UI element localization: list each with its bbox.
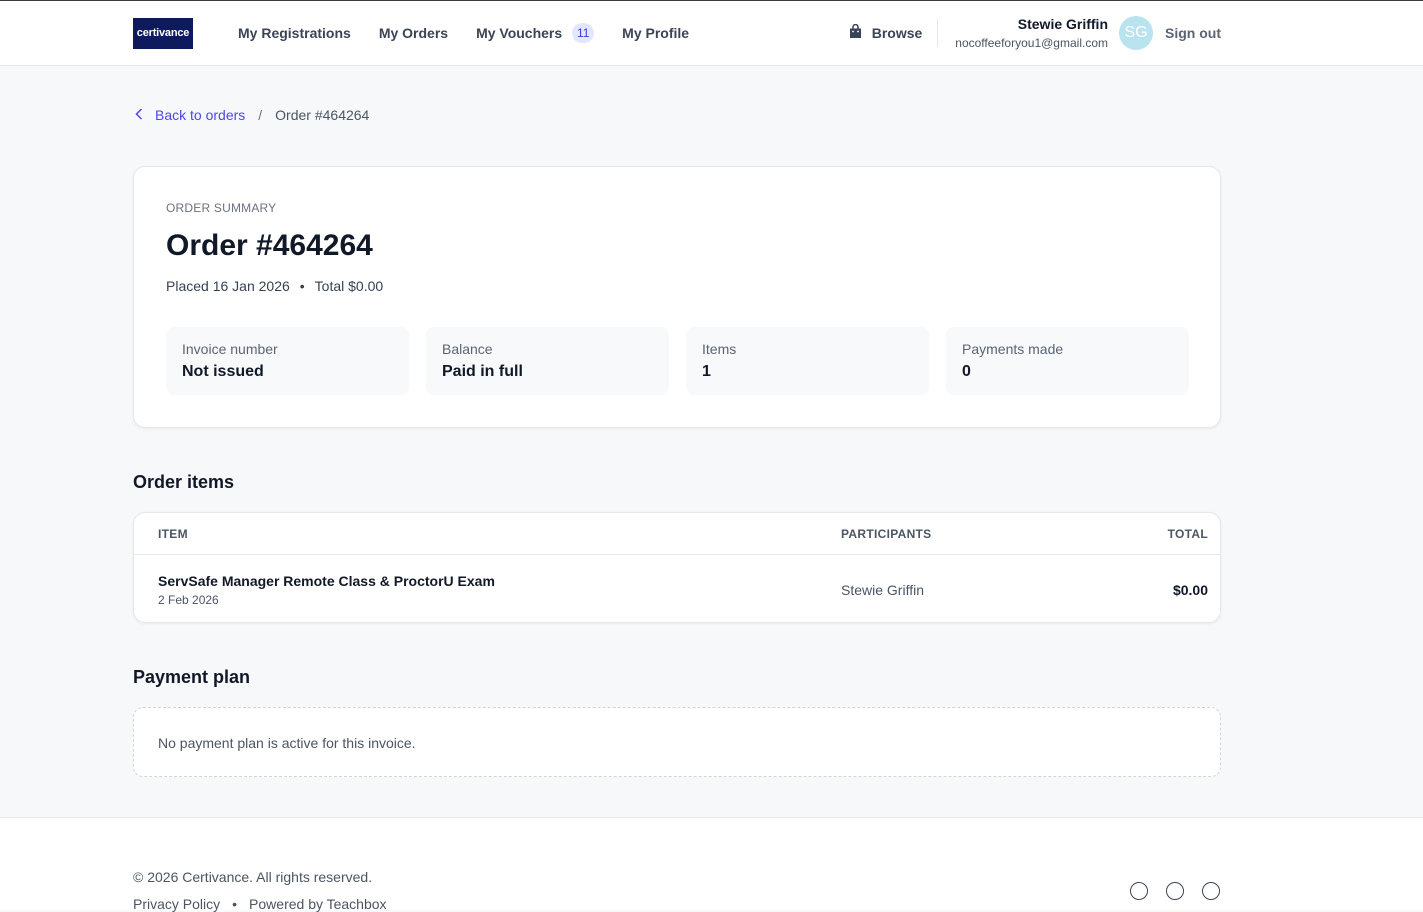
breadcrumb-separator: / (258, 107, 263, 123)
order-total: Total $0.00 (314, 278, 384, 294)
copyright: © 2026 Certivance. All rights reserved. (133, 869, 373, 885)
sign-out-button[interactable]: Sign out (1165, 25, 1221, 41)
vouchers-count-badge: 11 (572, 23, 595, 43)
column-total: TOTAL (1167, 527, 1208, 541)
order-items-table: ITEM PARTICIPANTS TOTAL ServSafe Manager… (133, 512, 1221, 623)
browse-button[interactable]: Browse (849, 19, 939, 47)
social-circle-icon[interactable] (1166, 882, 1184, 900)
nav-my-profile[interactable]: My Profile (622, 25, 689, 41)
top-navigation: certivance My Registrations My Orders My… (0, 0, 1423, 66)
user-info: Stewie Griffin nocoffeeforyou1@gmail.com (955, 16, 1108, 50)
payment-plan-heading: Payment plan (133, 667, 251, 687)
back-to-orders-link[interactable]: Back to orders (135, 107, 245, 123)
order-items-heading: Order items (133, 472, 235, 492)
item-participant: Stewie Griffin (841, 582, 924, 598)
order-summary-eyebrow: ORDER SUMMARY (166, 201, 277, 215)
order-meta: Placed 16 Jan 2026 • Total $0.00 (166, 278, 383, 294)
item-total: $0.00 (1172, 582, 1208, 598)
page-title: Order #464264 (166, 229, 373, 262)
shopping-bag-icon (849, 23, 862, 42)
order-stats: Invoice number Not issued Balance Paid i… (166, 327, 1189, 395)
order-summary-card: ORDER SUMMARY Order #464264 Placed 16 Ja… (133, 166, 1221, 428)
social-circle-icon[interactable] (1130, 882, 1148, 900)
column-item: ITEM (158, 527, 188, 541)
social-links (1130, 882, 1220, 900)
chevron-left-icon (135, 107, 143, 123)
social-circle-icon[interactable] (1202, 882, 1220, 900)
item-name: ServSafe Manager Remote Class & ProctorU… (158, 573, 495, 589)
nav-my-orders[interactable]: My Orders (379, 25, 448, 41)
user-email: nocoffeeforyou1@gmail.com (955, 36, 1108, 50)
breadcrumb-current: Order #464264 (275, 107, 370, 123)
table-header: ITEM PARTICIPANTS TOTAL (134, 513, 1220, 555)
placed-date: Placed 16 Jan 2026 (166, 278, 290, 294)
meta-separator: • (299, 278, 305, 294)
stat-items: Items 1 (686, 327, 929, 395)
user-name: Stewie Griffin (1017, 16, 1108, 32)
main-nav: My Registrations My Orders My Vouchers 1… (238, 23, 689, 43)
column-participants: PARTICIPANTS (841, 527, 932, 541)
avatar[interactable]: SG (1119, 16, 1153, 50)
stat-balance: Balance Paid in full (426, 327, 669, 395)
item-date: 2 Feb 2026 (158, 593, 219, 607)
stat-payments-made: Payments made 0 (946, 327, 1189, 395)
nav-my-registrations[interactable]: My Registrations (238, 25, 351, 41)
nav-my-vouchers[interactable]: My Vouchers 11 (476, 23, 595, 43)
payment-plan-empty-state: No payment plan is active for this invoi… (133, 707, 1221, 777)
table-row: ServSafe Manager Remote Class & ProctorU… (134, 555, 1220, 622)
certivance-logo[interactable]: certivance (133, 17, 193, 49)
stat-invoice-number: Invoice number Not issued (166, 327, 409, 395)
footer: © 2026 Certivance. All rights reserved. … (0, 817, 1423, 912)
breadcrumb: Back to orders / Order #464264 (135, 107, 369, 123)
